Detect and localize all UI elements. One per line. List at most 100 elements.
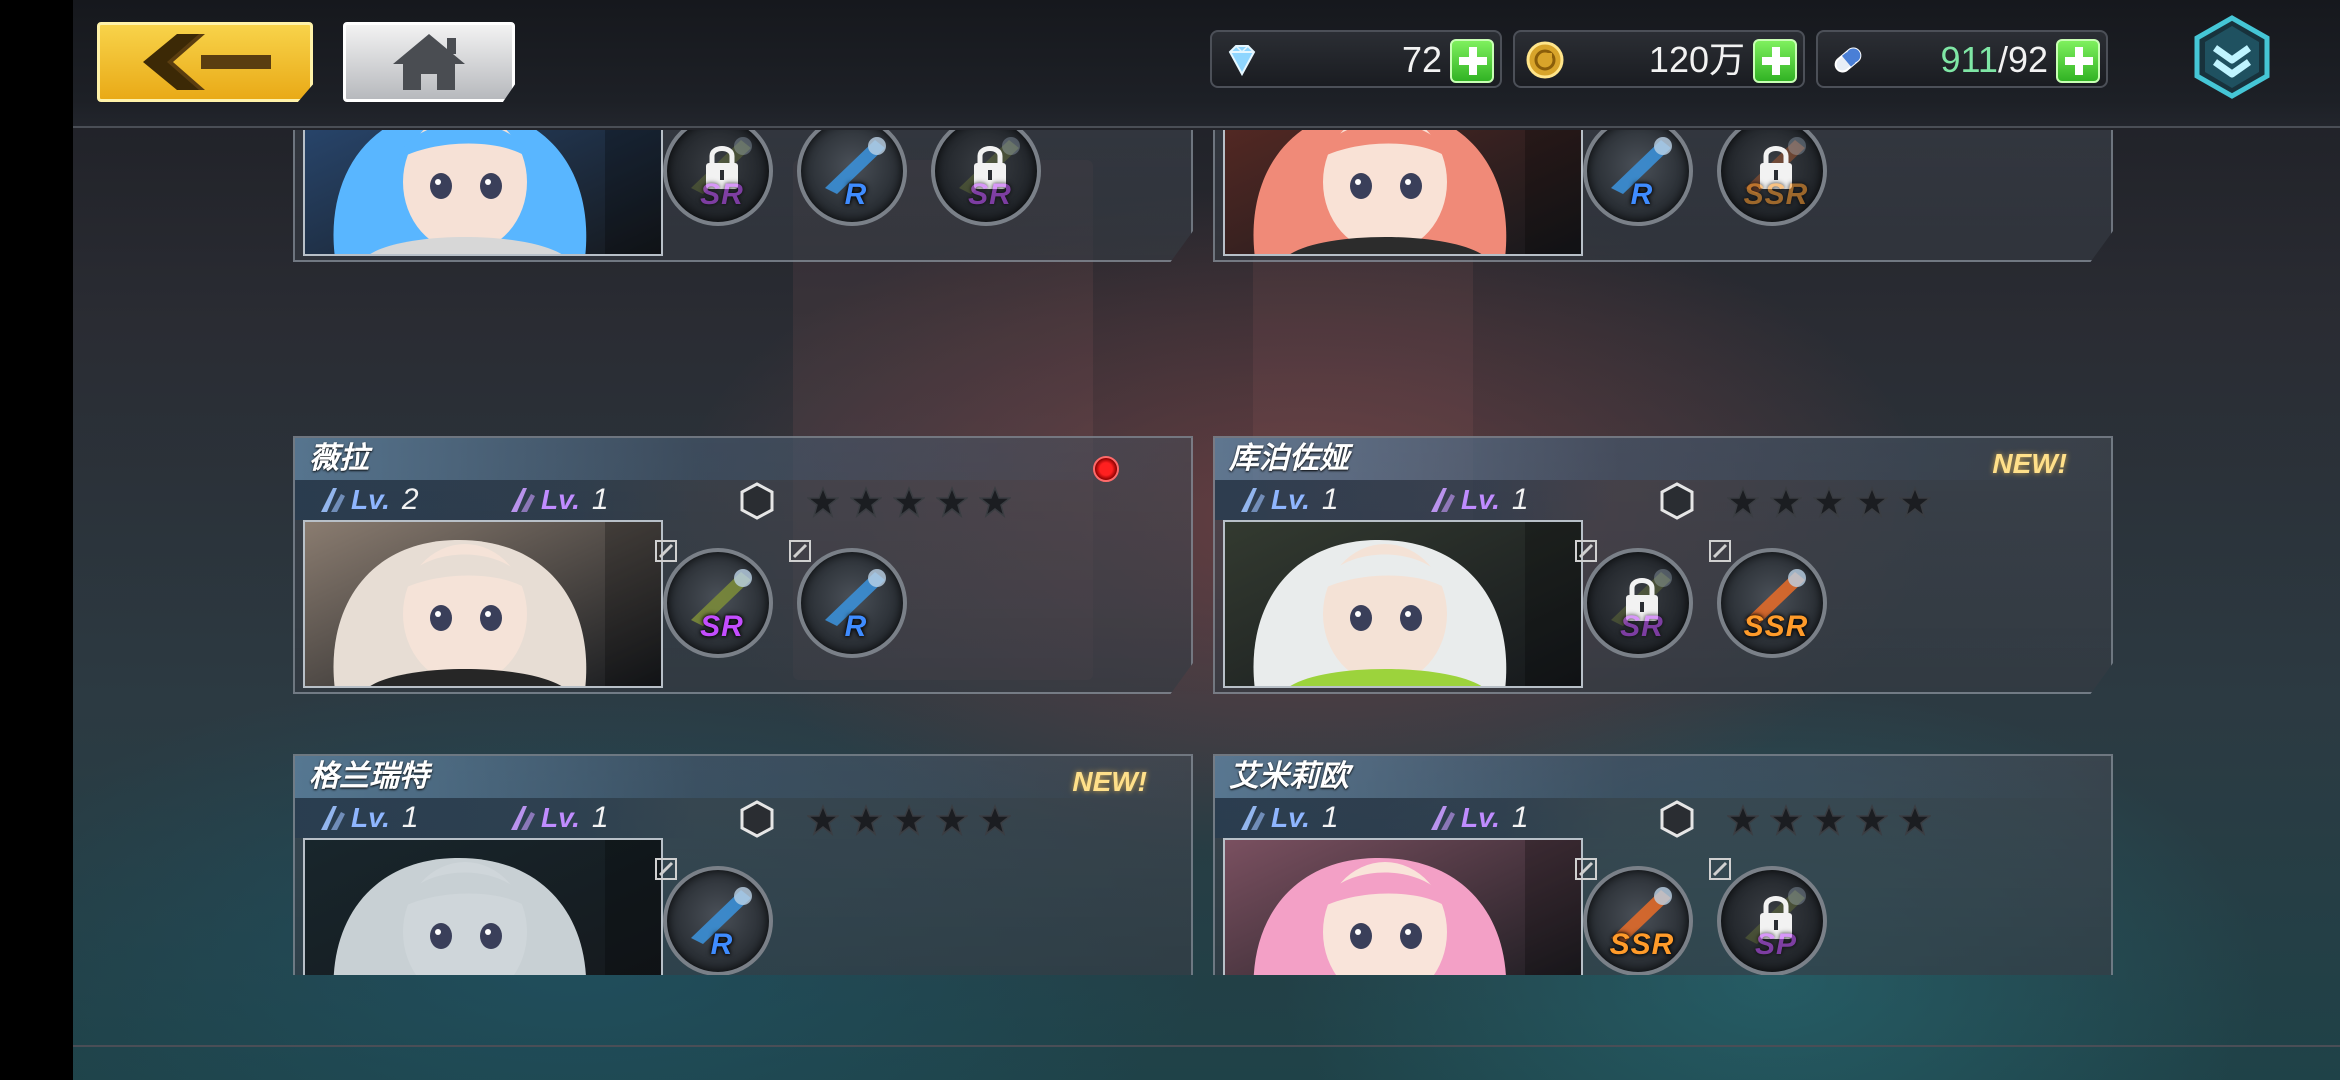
equipment-item[interactable]: R — [663, 866, 773, 975]
equipment-slot[interactable]: R — [789, 540, 907, 658]
new-badge: NEW! — [1992, 448, 2067, 479]
edit-icon — [789, 540, 811, 562]
weapon-level: Lv. 1 — [1425, 800, 1575, 836]
star-icon — [1813, 486, 1845, 518]
level-value: 1 — [591, 483, 609, 516]
star-icon — [807, 804, 839, 836]
character-portrait[interactable] — [1223, 520, 1583, 688]
character-card[interactable]: 库泊佐娅 NEW! Lv. 1 Lv. 1 SR SSR — [1213, 436, 2113, 694]
stamina-max: 92 — [2007, 39, 2048, 80]
character-name-bar: 格兰瑞特 — [295, 756, 1191, 798]
stamina-separator: / — [1997, 39, 2008, 80]
character-level: Lv. 1 — [1235, 800, 1385, 836]
level-value: 1 — [1511, 801, 1529, 834]
character-level: Lv. 1 — [1235, 482, 1385, 518]
level-text: Lv. 1 — [1271, 484, 1339, 516]
character-name-bar: 艾米莉欧 — [1215, 756, 2111, 798]
add-diamond-button[interactable] — [1450, 39, 1494, 83]
rarity-label: SSR — [1743, 610, 1809, 643]
add-stamina-button[interactable] — [2056, 39, 2100, 83]
level-value: 1 — [1511, 483, 1529, 516]
character-portrait-art — [1225, 840, 1581, 975]
diamond-icon — [1228, 45, 1256, 77]
equipment-slot[interactable]: SSR — [1709, 130, 1827, 226]
locked-equipment[interactable]: SP — [1717, 866, 1827, 975]
top-bar: 72 120万 911/92 — [73, 0, 2340, 128]
star-rating — [1727, 804, 1931, 836]
level-prefix: Lv. — [351, 802, 390, 833]
character-card[interactable]: Lv.3Lv.1SRRSR — [293, 130, 1193, 262]
weapon-level: Lv. 1 — [505, 482, 655, 518]
character-card[interactable]: 艾米莉欧 Lv. 1 Lv. 1 SSR SP — [1213, 754, 2113, 975]
rarity-label: SSR — [1609, 928, 1675, 961]
home-icon — [393, 34, 465, 90]
star-icon — [1770, 486, 1802, 518]
level-prefix: Lv. — [1461, 802, 1500, 833]
character-card[interactable]: Lv.2Lv.1RSSR — [1213, 130, 2113, 262]
rank-hex-icon — [740, 482, 774, 520]
rarity-label: R — [1630, 178, 1654, 211]
equipment-item[interactable]: SR — [663, 548, 773, 658]
equipment-slot[interactable]: SP — [1709, 858, 1827, 975]
level-text: Lv. 1 — [351, 802, 419, 834]
rarity-label: R — [844, 178, 868, 211]
bottom-divider — [73, 1045, 2340, 1047]
character-portrait-art — [1225, 130, 1581, 254]
star-icon — [1813, 804, 1845, 836]
equipment-slot[interactable]: R — [789, 130, 907, 226]
character-portrait[interactable] — [1223, 838, 1583, 975]
character-portrait[interactable] — [1223, 130, 1583, 256]
stamina-current: 911 — [1940, 39, 1998, 80]
level-prefix: Lv. — [1461, 484, 1500, 515]
character-portrait[interactable] — [303, 838, 663, 975]
locked-equipment[interactable]: SSR — [1717, 130, 1827, 226]
star-rating — [807, 486, 1011, 518]
rarity-label: SR — [700, 610, 744, 643]
level-prefix: Lv. — [1271, 484, 1310, 515]
rank-hex-icon — [1660, 800, 1694, 838]
edit-icon — [1709, 858, 1731, 880]
equipment-item[interactable]: R — [1583, 130, 1693, 226]
character-name: 格兰瑞特 — [309, 760, 429, 793]
gold-counter: 120万 — [1513, 30, 1805, 88]
menu-button[interactable] — [2193, 14, 2271, 100]
level-value: 1 — [591, 801, 609, 834]
edit-icon — [1709, 540, 1731, 562]
level-row: Lv. 2 Lv. 1 — [295, 480, 1191, 520]
equipment-slot[interactable]: SR — [1575, 540, 1693, 658]
equipment-slot[interactable]: SR — [923, 130, 1041, 226]
character-portrait[interactable] — [303, 520, 663, 688]
weapon-level: Lv. 1 — [1425, 482, 1575, 518]
character-list[interactable]: Lv.3Lv.1SRRSRLv.2Lv.1RSSR薇拉Lv.2Lv.1SRR库泊… — [73, 130, 2340, 975]
character-card[interactable]: 格兰瑞特 NEW! Lv. 1 Lv. 1 R — [293, 754, 1193, 975]
equipment-slot[interactable]: SR — [655, 540, 773, 658]
rarity-label: R — [844, 610, 868, 643]
star-icon — [936, 486, 968, 518]
star-icon — [893, 804, 925, 836]
home-button[interactable] — [343, 22, 515, 102]
equipment-item[interactable]: R — [797, 548, 907, 658]
equipment-slot[interactable]: R — [655, 858, 773, 975]
equipment-slot[interactable]: SSR — [1709, 540, 1827, 658]
character-portrait[interactable] — [303, 130, 663, 256]
rarity-label: SSR — [1743, 178, 1809, 211]
equipment-slot[interactable]: SR — [655, 130, 773, 226]
character-name-bar: 库泊佐娅 — [1215, 438, 2111, 480]
equipment-item[interactable]: R — [797, 130, 907, 226]
add-gold-button[interactable] — [1753, 39, 1797, 83]
locked-equipment[interactable]: SR — [931, 130, 1041, 226]
screen-bezel — [0, 0, 73, 1080]
equipment-slot[interactable]: SSR — [1575, 858, 1693, 975]
level-prefix: Lv. — [351, 484, 390, 515]
equipment-slot[interactable]: R — [1575, 130, 1693, 226]
locked-equipment[interactable]: SR — [1583, 548, 1693, 658]
equipment-item[interactable]: SSR — [1717, 548, 1827, 658]
notification-dot — [1093, 456, 1119, 482]
back-button[interactable] — [97, 22, 313, 102]
equipment-item[interactable]: SSR — [1583, 866, 1693, 975]
character-portrait-art — [305, 840, 661, 975]
locked-equipment[interactable]: SR — [663, 130, 773, 226]
star-icon — [1727, 804, 1759, 836]
rarity-label: SP — [1754, 928, 1798, 961]
character-card[interactable]: 薇拉 Lv. 2 Lv. 1 SR R — [293, 436, 1193, 694]
